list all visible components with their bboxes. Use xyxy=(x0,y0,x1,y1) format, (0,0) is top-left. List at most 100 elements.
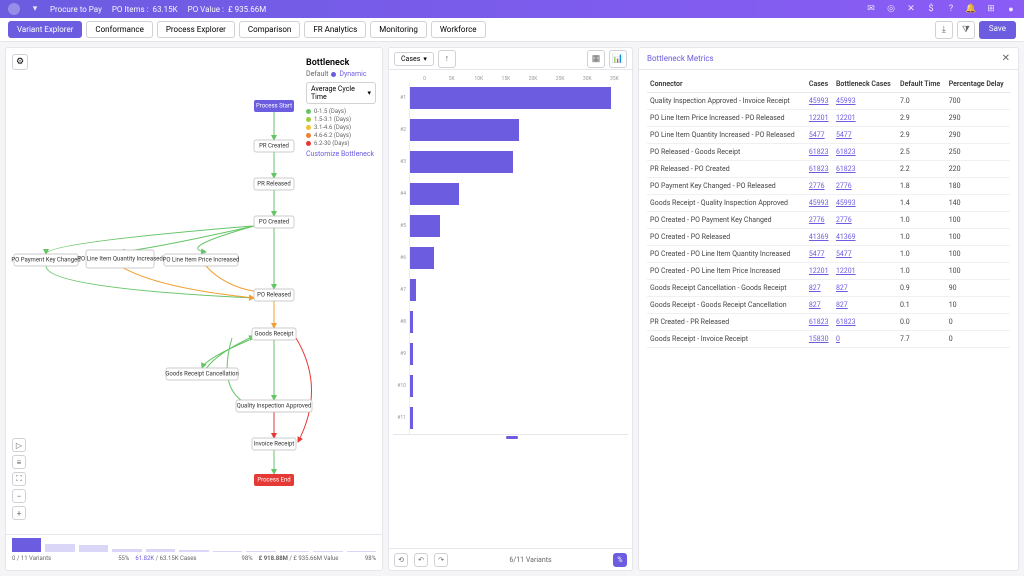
tab-comparison[interactable]: Comparison xyxy=(239,21,300,38)
cases-link[interactable]: 2776 xyxy=(809,216,825,224)
chevron-down-icon[interactable]: ▾ xyxy=(30,4,40,14)
cases-link[interactable]: 5477 xyxy=(809,131,825,139)
bcases-link[interactable]: 12201 xyxy=(836,114,856,122)
redo-icon[interactable]: ↷ xyxy=(434,553,448,567)
cases-link[interactable]: 41369 xyxy=(809,233,829,241)
help-icon[interactable]: ? xyxy=(946,4,956,14)
col-percentage-delay[interactable]: Percentage Delay xyxy=(946,76,1010,93)
chart-row[interactable]: #1 xyxy=(393,82,628,114)
bcases-link[interactable]: 45993 xyxy=(836,97,856,105)
bell-icon[interactable]: 🔔 xyxy=(966,4,976,14)
bcases-link[interactable]: 12201 xyxy=(836,267,856,275)
col-bottleneck-cases[interactable]: Bottleneck Cases xyxy=(833,76,897,93)
bcases-link[interactable]: 0 xyxy=(836,335,840,343)
zoom-out-icon[interactable]: − xyxy=(12,489,26,503)
tab-conformance[interactable]: Conformance xyxy=(86,21,152,38)
percent-toggle[interactable]: % xyxy=(613,553,627,567)
bcases-link[interactable]: 827 xyxy=(836,301,848,309)
chart-row[interactable]: #5 xyxy=(393,210,628,242)
fit-icon[interactable]: ⛶ xyxy=(12,472,26,486)
bcases-link[interactable]: 61823 xyxy=(836,148,856,156)
cases-link[interactable]: 61823 xyxy=(809,318,829,326)
col-cases[interactable]: Cases xyxy=(806,76,833,93)
logo-icon[interactable] xyxy=(8,3,20,15)
customize-bottleneck-link[interactable]: Customize Bottleneck xyxy=(306,150,376,158)
bcases-link[interactable]: 41369 xyxy=(836,233,856,241)
chart-view-icon[interactable]: 📊 xyxy=(609,50,627,68)
variant-bars[interactable] xyxy=(12,538,376,552)
tab-fr-analytics[interactable]: FR Analytics xyxy=(304,21,366,38)
bcases-link[interactable]: 2776 xyxy=(836,216,852,224)
bcases-link[interactable]: 61823 xyxy=(836,165,856,173)
cases-link[interactable]: 12201 xyxy=(809,267,829,275)
tab-workforce[interactable]: Workforce xyxy=(431,21,486,38)
apps-icon[interactable]: ⊞ xyxy=(986,4,996,14)
tab-monitoring[interactable]: Monitoring xyxy=(370,21,427,38)
chart-row[interactable]: #8 xyxy=(393,306,628,338)
chart-ylabel: #5 xyxy=(393,223,409,229)
chart-row[interactable]: #10 xyxy=(393,370,628,402)
shuffle-icon[interactable]: ✕ xyxy=(906,4,916,14)
chart-bar xyxy=(410,375,413,397)
chart-row[interactable]: #9 xyxy=(393,338,628,370)
list-icon[interactable]: ≡ xyxy=(12,455,26,469)
cases-select-label: Cases xyxy=(401,55,420,63)
variant-bar-chart[interactable]: 05K10K15K20K25K30K35K #1#2#3#4#5#6#7#8#9… xyxy=(389,70,632,548)
tab-variant-explorer[interactable]: Variant Explorer xyxy=(8,21,82,38)
cell-connector: PO Created - PO Line Item Quantity Incre… xyxy=(647,246,806,263)
chart-row[interactable]: #3 xyxy=(393,146,628,178)
col-connector[interactable]: Connector xyxy=(647,76,806,93)
refresh-icon[interactable]: ⟲ xyxy=(394,553,408,567)
cases-link[interactable]: 61823 xyxy=(809,165,829,173)
breadcrumb[interactable]: Procure to Pay xyxy=(50,5,102,14)
cases-link[interactable]: 827 xyxy=(809,284,821,292)
cases-link[interactable]: 61823 xyxy=(809,148,829,156)
chart-scroll[interactable] xyxy=(393,434,628,439)
chart-row[interactable]: #7 xyxy=(393,274,628,306)
chart-row[interactable]: #2 xyxy=(393,114,628,146)
cell-dtime: 1.8 xyxy=(897,178,946,195)
target-icon[interactable]: ◎ xyxy=(886,4,896,14)
zoom-in-icon[interactable]: + xyxy=(12,506,26,520)
chart-bar xyxy=(410,279,416,301)
chart-row[interactable]: #11 xyxy=(393,402,628,434)
export-icon[interactable]: ⤓ xyxy=(935,21,953,39)
cases-link[interactable]: 15830 xyxy=(809,335,829,343)
chart-row[interactable]: #4 xyxy=(393,178,628,210)
sort-icon[interactable]: ↑ xyxy=(438,50,456,68)
cases-link[interactable]: 61.82K xyxy=(135,555,154,562)
tab-process-explorer[interactable]: Process Explorer xyxy=(157,21,235,38)
dollar-icon[interactable]: $ xyxy=(926,4,936,14)
cases-select[interactable]: Cases▾ xyxy=(394,52,434,66)
cases-link[interactable]: 45993 xyxy=(809,97,829,105)
bcases-link[interactable]: 827 xyxy=(836,284,848,292)
undo-icon[interactable]: ↶ xyxy=(414,553,428,567)
mail-icon[interactable]: ✉ xyxy=(866,4,876,14)
bcases-link[interactable]: 2776 xyxy=(836,182,852,190)
play-icon[interactable]: ▷ xyxy=(12,438,26,452)
cases-link[interactable]: 5477 xyxy=(809,250,825,258)
cases-link[interactable]: 45993 xyxy=(809,199,829,207)
filter-icon[interactable]: ⧩ xyxy=(957,21,975,39)
bcases-link[interactable]: 5477 xyxy=(836,131,852,139)
cases-link[interactable]: 2776 xyxy=(809,182,825,190)
cases-link[interactable]: 827 xyxy=(809,301,821,309)
cases-link[interactable]: 12201 xyxy=(809,114,829,122)
chart-row[interactable]: #6 xyxy=(393,242,628,274)
user-icon[interactable]: ● xyxy=(1006,4,1016,14)
table-row: PR Released - PO Created 61823 61823 2.2… xyxy=(647,161,1010,178)
bcases-link[interactable]: 61823 xyxy=(836,318,856,326)
main: ⚙ xyxy=(0,42,1024,576)
legend-dot-icon xyxy=(306,125,311,130)
cell-dtime: 1.0 xyxy=(897,263,946,280)
col-default-time[interactable]: Default Time xyxy=(897,76,946,93)
po-value-value: £ 935.66M xyxy=(228,5,266,14)
save-button[interactable]: Save xyxy=(979,21,1016,39)
bcases-link[interactable]: 45993 xyxy=(836,199,856,207)
grid-view-icon[interactable]: ▦ xyxy=(587,50,605,68)
cycle-time-select[interactable]: Average Cycle Time ▾ xyxy=(306,82,376,104)
close-icon[interactable]: ✕ xyxy=(1002,53,1010,64)
svg-text:PO Line Item Price Increased: PO Line Item Price Increased xyxy=(163,257,240,264)
bcases-link[interactable]: 5477 xyxy=(836,250,852,258)
graph-controls: ▷ ≡ ⛶ − + xyxy=(12,438,26,520)
